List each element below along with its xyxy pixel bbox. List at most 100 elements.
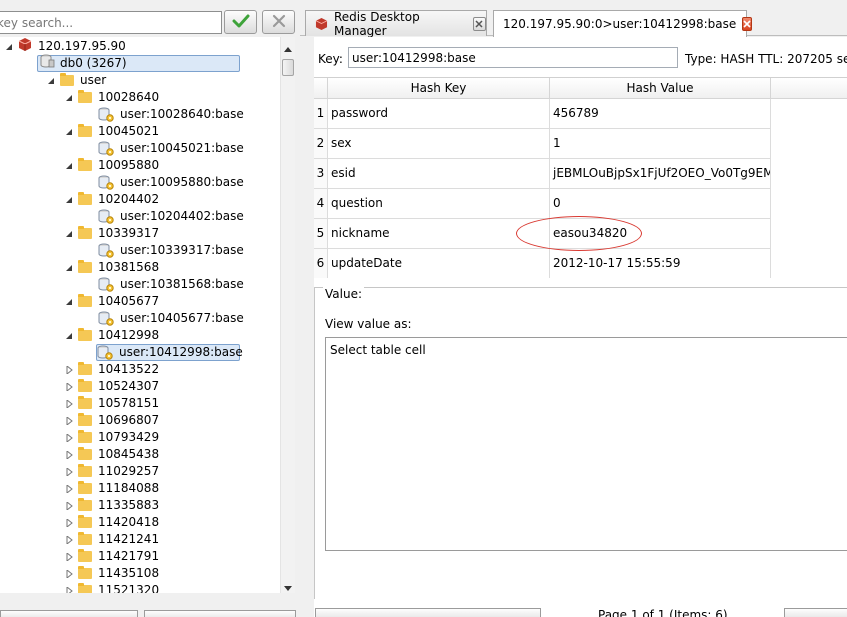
collapsed-arrow-icon[interactable] (64, 552, 74, 562)
search-input[interactable] (0, 11, 222, 34)
tree-folder-node[interactable]: 10095880 (64, 157, 159, 174)
tree-folder-node[interactable]: 10339317 (64, 225, 159, 242)
tab-key-view[interactable]: 120.197.95.90:0>user:10412998:base (493, 10, 753, 37)
tree-folder-node[interactable]: 10845438 (64, 446, 159, 463)
hash-value-cell[interactable]: 456789 (550, 99, 771, 129)
hash-key-cell[interactable]: question (328, 189, 550, 219)
scroll-down-arrow-icon[interactable] (284, 580, 292, 594)
apply-filter-button[interactable] (224, 10, 257, 34)
bottom-button-left[interactable] (315, 608, 541, 617)
hash-value-cell[interactable]: 0 (550, 189, 771, 219)
hash-key-cell[interactable]: password (328, 99, 550, 129)
row-number-cell[interactable]: 6 (314, 249, 328, 278)
tree-key-node[interactable]: user:10405677:base (98, 310, 244, 327)
collapsed-arrow-icon[interactable] (64, 416, 74, 426)
collapsed-arrow-icon[interactable] (64, 365, 74, 375)
tree-folder-node[interactable]: 10696807 (64, 412, 159, 429)
tree-folder-node[interactable]: 10028640 (64, 89, 159, 106)
collapsed-arrow-icon[interactable] (64, 467, 74, 477)
tree-folder-node[interactable]: 11521320 (64, 582, 159, 593)
scrollbar-thumb[interactable] (282, 59, 294, 76)
row-number-cell[interactable]: 4 (314, 189, 328, 219)
row-number-cell[interactable]: 3 (314, 159, 328, 189)
tree-folder-node[interactable]: 11029257 (64, 463, 159, 480)
tree-namespace-user[interactable]: user (46, 72, 106, 89)
value-text-area[interactable]: Select table cell (325, 337, 847, 551)
collapsed-arrow-icon[interactable] (64, 399, 74, 409)
tree-folder-node[interactable]: 10204402 (64, 191, 159, 208)
tree-folder-node[interactable]: 11420418 (64, 514, 159, 531)
tree-key-node[interactable]: user:10095880:base (98, 174, 244, 191)
collapsed-arrow-icon[interactable] (64, 382, 74, 392)
table-row[interactable]: 2 sex 1 (314, 129, 771, 159)
hash-value-cell[interactable]: easou34820 (550, 219, 771, 249)
expanded-arrow-icon[interactable] (64, 195, 74, 205)
bottom-button-right[interactable] (784, 608, 847, 617)
expanded-arrow-icon[interactable] (64, 297, 74, 307)
tree-folder-node[interactable]: 10381568 (64, 259, 159, 276)
tree-server-node[interactable]: 120.197.95.90 (4, 37, 126, 55)
hash-value-cell[interactable]: 2012-10-17 15:55:59 (550, 249, 771, 278)
tab-close-button[interactable] (472, 16, 486, 31)
tree-folder-node[interactable]: 11421791 (64, 548, 159, 565)
row-number-cell[interactable]: 2 (314, 129, 328, 159)
collapsed-arrow-icon[interactable] (64, 586, 74, 593)
key-name-input[interactable] (348, 47, 678, 68)
expanded-arrow-icon[interactable] (64, 93, 74, 103)
left-bottom-button-1[interactable] (0, 610, 138, 617)
hash-key-cell[interactable]: updateDate (328, 249, 550, 278)
collapsed-arrow-icon[interactable] (64, 569, 74, 579)
expanded-arrow-icon[interactable] (64, 127, 74, 137)
collapsed-arrow-icon[interactable] (64, 433, 74, 443)
collapsed-arrow-icon[interactable] (64, 450, 74, 460)
left-bottom-button-2[interactable] (144, 610, 296, 617)
column-header-hash-key[interactable]: Hash Key (328, 78, 550, 99)
tree-folder-node[interactable]: 11184088 (64, 480, 159, 497)
collapsed-arrow-icon[interactable] (64, 484, 74, 494)
collapsed-arrow-icon[interactable] (64, 535, 74, 545)
tree-key-node[interactable]: user:10204402:base (98, 208, 244, 225)
hash-key-cell[interactable]: nickname (328, 219, 550, 249)
tree-folder-node[interactable]: 11335883 (64, 497, 159, 514)
tree-folder-node[interactable]: 10405677 (64, 293, 159, 310)
tree-folder-node[interactable]: 10413522 (64, 361, 159, 378)
expanded-arrow-icon[interactable] (64, 331, 74, 341)
hash-key-cell[interactable]: sex (328, 129, 550, 159)
tree-folder-node[interactable]: 10578151 (64, 395, 159, 412)
row-number-cell[interactable]: 5 (314, 219, 328, 249)
tree-folder-node[interactable]: 10793429 (64, 429, 159, 446)
expanded-arrow-icon[interactable] (4, 42, 14, 52)
tab-redis-desktop-manager[interactable]: Redis Desktop Manager (305, 10, 487, 38)
tab-close-button[interactable] (742, 17, 753, 31)
tree-key-node[interactable]: user:10381568:base (98, 276, 244, 293)
collapsed-arrow-icon[interactable] (64, 501, 74, 511)
tree-vertical-scrollbar[interactable] (280, 37, 295, 593)
row-number-cell[interactable]: 1 (314, 99, 328, 129)
table-row[interactable]: 3 esid jEBMLOuBjpSx1FjUf2OEO_Vo0Tg9EMh3l (314, 159, 771, 189)
hash-value-cell[interactable]: jEBMLOuBjpSx1FjUf2OEO_Vo0Tg9EMh3l (550, 159, 771, 189)
collapsed-arrow-icon[interactable] (64, 518, 74, 528)
table-row[interactable]: 5 nickname easou34820 (314, 219, 771, 249)
tree-key-node[interactable]: user:10045021:base (98, 140, 244, 157)
expanded-arrow-icon[interactable] (64, 263, 74, 273)
clear-filter-button[interactable] (262, 10, 295, 34)
table-row[interactable]: 1 password 456789 (314, 99, 771, 129)
expanded-arrow-icon[interactable] (64, 229, 74, 239)
tree-key-node[interactable]: user:10412998:base (96, 344, 243, 361)
expanded-arrow-icon[interactable] (46, 76, 56, 86)
tree-folder-node[interactable]: 11435108 (64, 565, 159, 582)
table-row[interactable]: 6 updateDate 2012-10-17 15:55:59 (314, 249, 771, 278)
tree-db-node[interactable]: db0 (3267) (37, 54, 240, 72)
tree-key-node[interactable]: user:10028640:base (98, 106, 244, 123)
tree-folder-node[interactable]: 10524307 (64, 378, 159, 395)
scroll-up-arrow-icon[interactable] (284, 41, 292, 55)
tree-folder-node[interactable]: 10045021 (64, 123, 159, 140)
table-row[interactable]: 4 question 0 (314, 189, 771, 219)
expanded-arrow-icon[interactable] (64, 161, 74, 171)
hash-value-cell[interactable]: 1 (550, 129, 771, 159)
column-header-hash-value[interactable]: Hash Value (550, 78, 771, 99)
tree-folder-node[interactable]: 10412998 (64, 327, 159, 344)
tree-folder-node[interactable]: 11421241 (64, 531, 159, 548)
hash-key-cell[interactable]: esid (328, 159, 550, 189)
tree-key-node[interactable]: user:10339317:base (98, 242, 244, 259)
